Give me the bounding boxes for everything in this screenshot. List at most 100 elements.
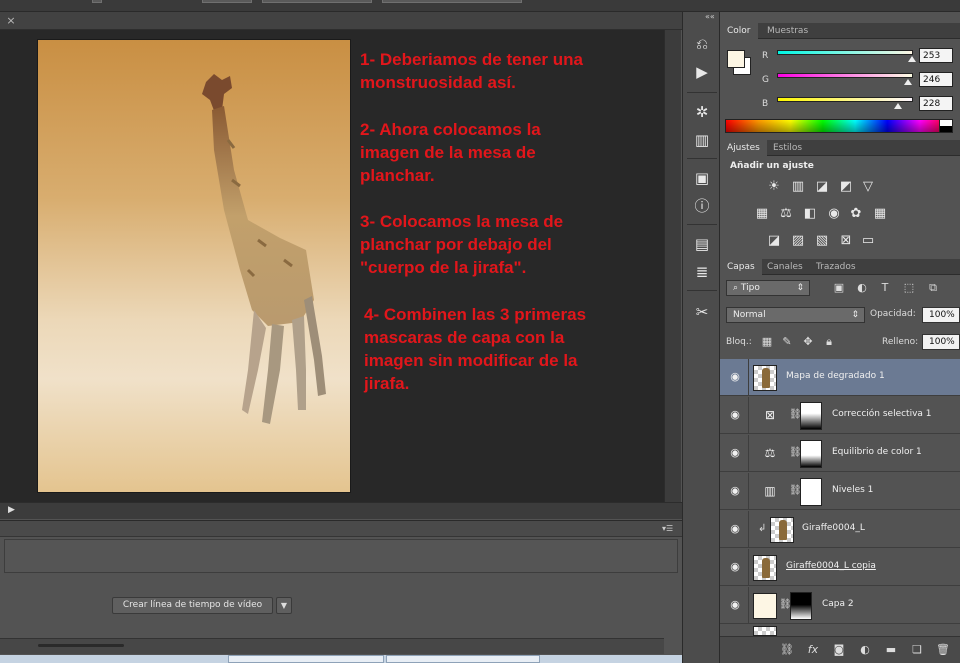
layer-mask-thumbnail[interactable]: [790, 592, 812, 620]
visibility-eye-icon[interactable]: ◉: [728, 485, 742, 497]
play-icon[interactable]: ▶: [8, 505, 20, 516]
invert-icon[interactable]: ◪: [766, 233, 782, 249]
link-chain-icon[interactable]: ⛓: [789, 447, 802, 459]
histogram-icon[interactable]: ▥: [692, 130, 712, 150]
visibility-eye-icon[interactable]: ◉: [728, 523, 742, 535]
options-button[interactable]: [202, 0, 252, 3]
fill-field[interactable]: 100%: [922, 334, 960, 350]
layer-row-capa-2[interactable]: ◉ ⛓ Capa 2: [720, 587, 960, 624]
new-group-folder-icon[interactable]: ▬: [884, 643, 898, 657]
green-value-field[interactable]: 246: [919, 72, 953, 87]
tab-color[interactable]: Color: [720, 23, 758, 39]
levels-icon[interactable]: ▥: [790, 179, 806, 195]
lock-transparent-icon[interactable]: ▦: [760, 335, 774, 349]
visibility-eye-icon[interactable]: ◉: [728, 409, 742, 421]
blue-slider[interactable]: [777, 97, 913, 102]
properties-icon[interactable]: ▤: [692, 234, 712, 254]
layer-row-levels[interactable]: ◉ ▥ ⛓ Niveles 1: [720, 473, 960, 510]
add-mask-icon[interactable]: ◙: [832, 643, 846, 657]
taskbar-button[interactable]: [386, 655, 540, 663]
opacity-field[interactable]: 100%: [922, 307, 960, 323]
gradient-map-icon[interactable]: ▭: [860, 233, 876, 249]
green-slider[interactable]: [777, 73, 913, 78]
layer-row-selective-color[interactable]: ◉ ⊠ ⛓ Corrección selectiva 1: [720, 397, 960, 434]
tab-adjustments[interactable]: Ajustes: [720, 140, 767, 156]
timeline-mode-dropdown[interactable]: ▼: [276, 597, 292, 614]
blue-slider-thumb[interactable]: [894, 103, 903, 109]
taskbar-button[interactable]: [228, 655, 384, 663]
actions-play-icon[interactable]: ▶: [692, 62, 712, 82]
link-chain-icon[interactable]: ⛓: [779, 599, 792, 611]
green-slider-thumb[interactable]: [903, 79, 912, 85]
link-chain-icon[interactable]: ⛓: [789, 409, 802, 421]
panel-menu-icon[interactable]: ▾☰: [662, 524, 673, 533]
options-button[interactable]: [92, 0, 102, 3]
notes-icon[interactable]: ≣: [692, 262, 712, 282]
black-white-icon[interactable]: ◧: [802, 206, 818, 222]
tool-presets-icon[interactable]: ✂: [692, 302, 712, 322]
layer-mask-thumbnail[interactable]: [800, 402, 822, 430]
visibility-eye-icon[interactable]: ◉: [728, 561, 742, 573]
lock-pixels-brush-icon[interactable]: ✎: [780, 335, 794, 349]
color-lookup-icon[interactable]: ▦: [872, 206, 888, 222]
layer-mask-thumbnail[interactable]: [800, 478, 822, 506]
lock-all-icon[interactable]: 🔒︎: [822, 335, 836, 349]
shape-filter-icon[interactable]: ⬚: [902, 281, 916, 295]
info-panel-icon[interactable]: ▣: [692, 168, 712, 188]
tab-styles[interactable]: Estilos: [766, 140, 809, 156]
layer-filter-kind-select[interactable]: ⌕ Tipo ⇕: [726, 280, 810, 296]
posterize-icon[interactable]: ▨: [790, 233, 806, 249]
foreground-color-swatch[interactable]: [727, 50, 745, 68]
smart-object-filter-icon[interactable]: ⧉: [926, 281, 940, 295]
photo-filter-icon[interactable]: ◉: [826, 206, 842, 222]
layer-row-giraffe[interactable]: ◉ ↲ Giraffe0004_L: [720, 511, 960, 548]
blue-value-field[interactable]: 228: [919, 96, 953, 111]
layer-style-icon[interactable]: fx: [806, 643, 820, 657]
selective-color-icon[interactable]: ⊠: [838, 233, 854, 249]
layer-row-gradient-map[interactable]: ◉ Mapa de degradado 1: [720, 359, 960, 396]
collapse-icon[interactable]: ««: [705, 12, 715, 21]
visibility-eye-icon[interactable]: ◉: [728, 447, 742, 459]
new-adjustment-layer-icon[interactable]: ◐: [858, 643, 872, 657]
link-layers-icon[interactable]: ⛓: [780, 643, 794, 657]
blend-mode-select[interactable]: Normal ⇕: [726, 307, 865, 323]
layer-row-color-balance[interactable]: ◉ ⚖ ⛓ Equilibrio de color 1: [720, 435, 960, 472]
delete-trash-icon[interactable]: 🗑︎: [936, 643, 950, 657]
color-balance-icon[interactable]: ⚖: [778, 206, 794, 222]
red-slider[interactable]: [777, 50, 913, 55]
options-button[interactable]: [262, 0, 372, 3]
layer-mask-thumbnail[interactable]: [800, 440, 822, 468]
info-icon[interactable]: ⓘ: [692, 196, 712, 216]
tab-swatches[interactable]: Muestras: [760, 23, 815, 39]
black-white-ramp[interactable]: [939, 119, 953, 133]
tab-layers[interactable]: Capas: [720, 259, 762, 275]
zoom-slider[interactable]: [38, 644, 124, 647]
lock-position-icon[interactable]: ✥: [801, 335, 815, 349]
brightness-contrast-icon[interactable]: ☀: [766, 179, 782, 195]
channel-mixer-icon[interactable]: ✿: [848, 206, 864, 222]
adjustment-filter-icon[interactable]: ◐: [855, 281, 869, 295]
options-button[interactable]: [382, 0, 522, 3]
visibility-eye-icon[interactable]: ◉: [728, 371, 742, 383]
horizontal-scrollbar[interactable]: [0, 502, 682, 519]
tab-paths[interactable]: Trazados: [809, 259, 863, 275]
pixel-filter-icon[interactable]: ▣: [832, 281, 846, 295]
type-filter-icon[interactable]: T: [878, 281, 892, 295]
hue-saturation-icon[interactable]: ▦: [754, 206, 770, 222]
vertical-scrollbar[interactable]: [664, 30, 681, 502]
history-icon[interactable]: ⎌: [692, 34, 712, 54]
visibility-eye-icon[interactable]: ◉: [728, 599, 742, 611]
settings-icon[interactable]: ✲: [692, 102, 712, 122]
vibrance-icon[interactable]: ▽: [860, 179, 876, 195]
document-canvas[interactable]: [38, 40, 350, 492]
close-document-icon[interactable]: ×: [3, 14, 19, 28]
create-video-timeline-button[interactable]: Crear línea de tiempo de vídeo: [112, 597, 273, 614]
red-value-field[interactable]: 253: [919, 48, 953, 63]
threshold-icon[interactable]: ▧: [814, 233, 830, 249]
red-slider-thumb[interactable]: [907, 56, 916, 62]
color-spectrum-ramp[interactable]: [725, 119, 953, 133]
layer-row-giraffe-copy[interactable]: ◉ Giraffe0004_L copia: [720, 549, 960, 586]
curves-icon[interactable]: ◪: [814, 179, 830, 195]
new-layer-icon[interactable]: ❏: [910, 643, 924, 657]
exposure-icon[interactable]: ◩: [838, 179, 854, 195]
